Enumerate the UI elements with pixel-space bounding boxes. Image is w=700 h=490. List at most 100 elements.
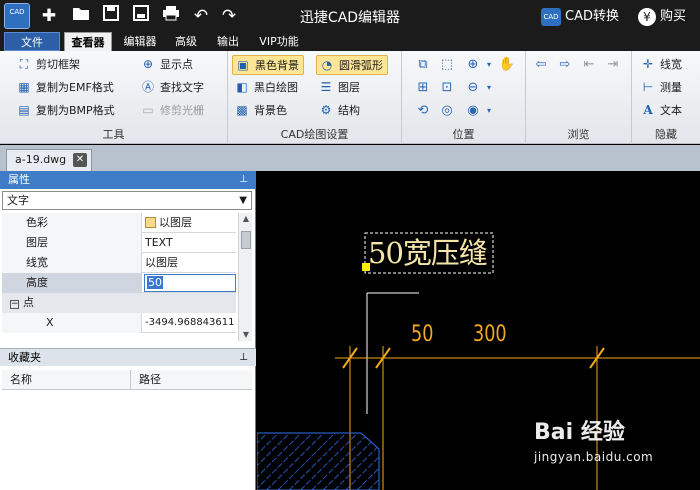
- layers-icon: ☰: [320, 80, 332, 94]
- favorites-header: 收藏夹 ⊥: [0, 348, 256, 366]
- clip-frame-icon: ⛶: [19, 57, 29, 71]
- watermark: Bai 经验 jingyan.baidu.com: [534, 414, 653, 464]
- arrow-right-icon[interactable]: ⇨: [556, 56, 574, 74]
- copy-emf-icon: ▦: [18, 80, 30, 94]
- black-background-button[interactable]: ▣ 黑色背景: [232, 55, 304, 75]
- black-white-button[interactable]: ◧ 黑白绘图: [232, 78, 298, 98]
- property-row-linewidth[interactable]: 线宽 以图层: [2, 253, 236, 273]
- document-tab-label: a-19.dwg: [15, 153, 67, 166]
- group-label-hide: 隐藏: [655, 128, 677, 141]
- scroll-thumb[interactable]: [241, 231, 251, 249]
- structure-button[interactable]: ⚙ 结构: [316, 101, 360, 121]
- black-white-icon: ◧: [236, 80, 248, 94]
- ribbon: ⛶ 剪切框架 ▦ 复制为EMF格式 ▤ 复制为BMP格式 ⊕ 显示点 Ⓐ 查找文字 ▭ 修剪…: [0, 51, 700, 144]
- scroll-down-icon[interactable]: ▼: [239, 329, 253, 341]
- dimension-text-50[interactable]: 50: [411, 322, 433, 347]
- yen-icon: ¥: [638, 7, 656, 26]
- title-bar: CAD ✚ ↶ ↷ 迅捷CAD编辑器 CAD CAD转换 ¥ 购买: [0, 0, 700, 32]
- zoom-previous-icon[interactable]: ◎: [438, 102, 456, 120]
- zoom-rect-icon[interactable]: ⬚: [438, 56, 456, 74]
- watermark-url: jingyan.baidu.com: [534, 450, 654, 464]
- structure-icon: ⚙: [320, 103, 332, 117]
- collapse-icon[interactable]: −: [10, 300, 19, 309]
- tab-vip[interactable]: VIP功能: [252, 32, 306, 51]
- cad-convert-button[interactable]: CAD CAD转换: [541, 5, 619, 27]
- drawing-text-main[interactable]: 50宽压缝: [368, 233, 488, 273]
- group-label-browse: 浏览: [567, 128, 590, 141]
- pin-icon[interactable]: ⊥: [239, 349, 248, 367]
- column-name[interactable]: 名称: [10, 370, 32, 390]
- fit-window-icon[interactable]: ⊡: [438, 79, 456, 97]
- tab-editor[interactable]: 编辑器: [116, 32, 164, 51]
- column-path[interactable]: 路径: [130, 370, 161, 390]
- group-label-position: 位置: [452, 128, 475, 141]
- ribbon-group-browse: ⇦ ⇨ ⇤ ⇥ 浏览: [526, 51, 632, 144]
- background-color-button[interactable]: ▩ 背景色: [232, 101, 287, 121]
- copy-bmp-icon: ▤: [18, 103, 30, 117]
- zoom-in-dropdown-icon[interactable]: ▾: [480, 56, 498, 74]
- property-row-color[interactable]: 色彩 以图层: [2, 213, 236, 233]
- measure-icon: ⊢: [642, 80, 654, 94]
- text-button[interactable]: A 文本: [638, 101, 682, 121]
- object-type-select[interactable]: 文字 ▼: [2, 191, 252, 210]
- group-label-tools: 工具: [102, 128, 125, 141]
- find-text-icon: Ⓐ: [141, 80, 154, 94]
- smooth-arc-icon: ◔: [321, 58, 333, 72]
- property-grid: 色彩 以图层 图层 TEXT 线宽 以图层 高度 50 − 点 X -3494.9…: [2, 213, 252, 341]
- tab-output[interactable]: 输出: [210, 32, 246, 51]
- last-page-icon[interactable]: ⇥: [604, 56, 622, 74]
- ribbon-group-cad-settings: ▣ 黑色背景 ◧ 黑白绘图 ▩ 背景色 ◔ 圆滑弧形 ☰ 图层 ⚙ 结构 CAD绘图设置: [228, 51, 402, 144]
- find-text-button[interactable]: Ⓐ 查找文字: [138, 78, 204, 98]
- hatch-region: [257, 432, 380, 490]
- 3d-orbit-icon[interactable]: ⟲: [414, 102, 432, 120]
- ribbon-group-position: ⧉ ⬚ ⊕ ▾ ✋ ⊞ ⊡ ⊖ ▾ ⟲ ◎ ◉ ▾ 位置: [402, 51, 526, 144]
- property-scrollbar[interactable]: ▲ ▼: [238, 213, 252, 341]
- tab-advanced[interactable]: 高级: [168, 32, 204, 51]
- pin-icon[interactable]: ⊥: [239, 171, 248, 189]
- buy-button[interactable]: ¥ 购买: [638, 5, 686, 26]
- close-icon[interactable]: ✕: [73, 153, 87, 167]
- arrow-left-icon[interactable]: ⇦: [532, 56, 550, 74]
- black-background-icon: ▣: [237, 58, 249, 72]
- line-width-icon: ✛: [642, 57, 654, 71]
- clip-frame-button[interactable]: ⛶ 剪切框架: [14, 55, 80, 75]
- tab-file[interactable]: 文件: [4, 32, 60, 51]
- favorites-columns: 名称 路径: [2, 370, 252, 390]
- scroll-up-icon[interactable]: ▲: [239, 213, 253, 225]
- property-category-point[interactable]: − 点: [2, 293, 236, 313]
- copy-bmp-button[interactable]: ▤ 复制为BMP格式: [14, 101, 114, 121]
- trim-raster-button[interactable]: ▭ 修剪光栅: [138, 101, 204, 121]
- line-width-button[interactable]: ✛ 线宽: [638, 55, 682, 75]
- document-tab[interactable]: a-19.dwg ✕: [6, 149, 92, 171]
- property-row-height[interactable]: 高度 50: [2, 273, 236, 293]
- measure-button[interactable]: ⊢ 测量: [638, 78, 682, 98]
- color-swatch: [145, 216, 156, 228]
- show-points-button[interactable]: ⊕ 显示点: [138, 55, 193, 75]
- ribbon-group-tools: ⛶ 剪切框架 ▦ 复制为EMF格式 ▤ 复制为BMP格式 ⊕ 显示点 Ⓐ 查找文字 ▭ 修剪…: [0, 51, 228, 144]
- zoom-extents-icon[interactable]: ⊞: [414, 79, 432, 97]
- zoom-out-dropdown-icon[interactable]: ▾: [480, 79, 498, 97]
- zoom-window-icon[interactable]: ⧉: [414, 56, 432, 74]
- pan-hand-icon[interactable]: ✋: [498, 56, 516, 74]
- document-tab-strip: a-19.dwg ✕: [0, 145, 700, 171]
- properties-header: 属性 ⊥: [0, 171, 256, 189]
- watermark-brand: Bai 经验: [534, 420, 625, 445]
- dimension-text-300[interactable]: 300: [473, 322, 507, 347]
- property-row-layer[interactable]: 图层 TEXT: [2, 233, 236, 253]
- copy-emf-button[interactable]: ▦ 复制为EMF格式: [14, 78, 113, 98]
- left-panel: 属性 ⊥ 文字 ▼ 色彩 以图层 图层 TEXT 线宽 以图层 高度 50 − 点…: [0, 171, 256, 490]
- first-page-icon[interactable]: ⇤: [580, 56, 598, 74]
- cad-convert-icon: CAD: [541, 7, 561, 26]
- view-dropdown-icon[interactable]: ▾: [480, 102, 498, 120]
- show-points-icon: ⊕: [142, 57, 154, 71]
- layers-button[interactable]: ☰ 图层: [316, 78, 360, 98]
- tab-viewer[interactable]: 查看器: [64, 32, 112, 51]
- text-icon: A: [643, 103, 653, 117]
- height-input[interactable]: 50: [144, 274, 236, 292]
- chevron-down-icon: ▼: [239, 195, 247, 206]
- menu-bar: 文件 查看器 编辑器 高级 输出 VIP功能: [0, 32, 700, 51]
- smooth-arc-button[interactable]: ◔ 圆滑弧形: [316, 55, 388, 75]
- background-color-icon: ▩: [236, 103, 248, 117]
- property-row-x[interactable]: X -3494.968843611: [2, 313, 236, 333]
- ribbon-group-hide: ✛ 线宽 ⊢ 测量 A 文本 隐藏: [632, 51, 700, 144]
